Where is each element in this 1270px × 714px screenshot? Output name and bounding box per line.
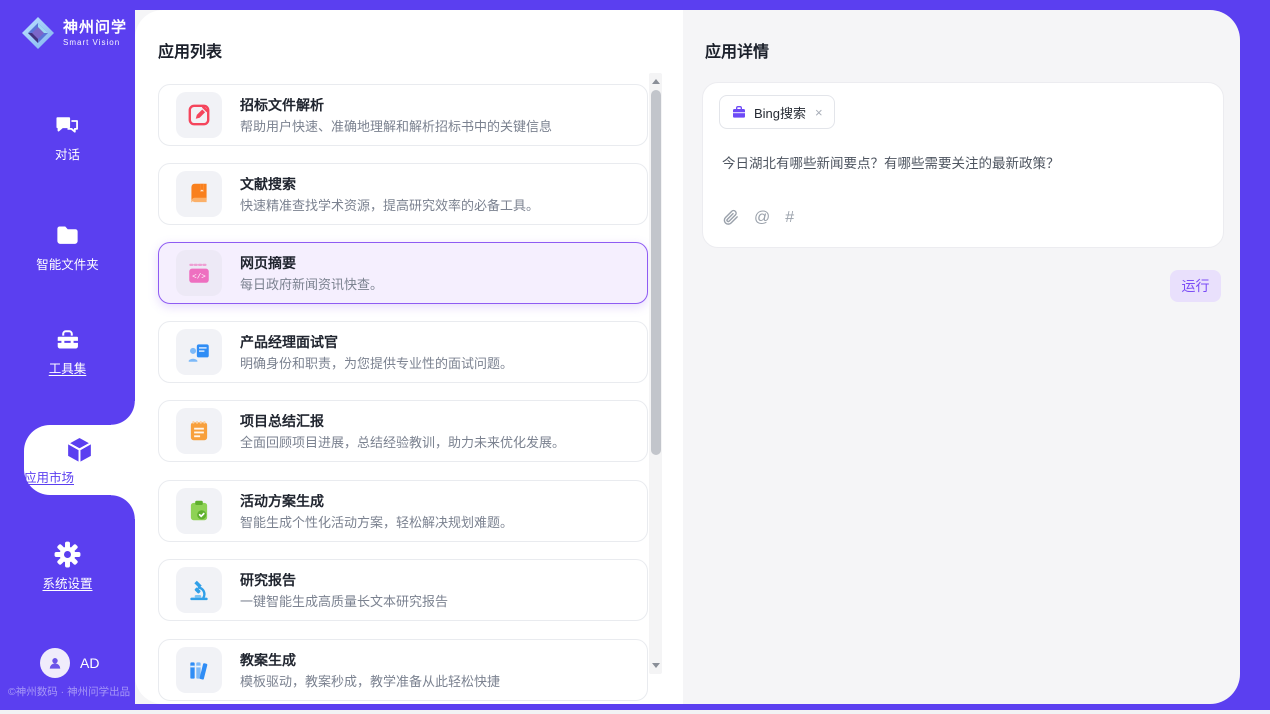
cube-icon bbox=[64, 434, 95, 465]
tool-chip-label: Bing搜索 bbox=[754, 103, 806, 122]
sidebar-item-label: 系统设置 bbox=[0, 573, 135, 592]
app-list-scrollbar[interactable] bbox=[649, 73, 662, 674]
app-name: 文献搜索 bbox=[240, 177, 539, 191]
app-description: 帮助用户快速、准确地理解和解析招标书中的关键信息 bbox=[240, 120, 552, 133]
app-icon-tile bbox=[176, 171, 222, 217]
app-card-pm-interviewer[interactable]: 产品经理面试官 明确身份和职责，为您提供专业性的面试问题。 bbox=[158, 321, 648, 383]
interviewer-icon bbox=[186, 339, 212, 365]
hash-icon[interactable]: # bbox=[785, 209, 794, 226]
bottom-strip bbox=[0, 710, 1270, 714]
sidebar-item-settings[interactable]: 系统设置 bbox=[0, 541, 135, 592]
sidebar-item-label: 对话 bbox=[0, 144, 135, 163]
person-icon bbox=[46, 654, 64, 672]
clipboard-check-icon bbox=[186, 498, 212, 524]
sidebar-item-label: 应用市场 bbox=[24, 467, 135, 486]
app-detail-title: 应用详情 bbox=[705, 38, 769, 62]
brand-tagline: Smart Vision bbox=[63, 39, 127, 47]
sidebar-item-smart-folder[interactable]: 智能文件夹 bbox=[0, 222, 135, 273]
run-button[interactable]: 运行 bbox=[1170, 270, 1221, 302]
app-icon-tile bbox=[176, 567, 222, 613]
app-list-title: 应用列表 bbox=[158, 38, 222, 62]
app-description: 模板驱动，教案秒成，教学准备从此轻松快捷 bbox=[240, 675, 500, 688]
app-name: 招标文件解析 bbox=[240, 98, 552, 112]
brand-logo: 神州问学 Smart Vision bbox=[18, 13, 127, 53]
toolbox-icon bbox=[54, 326, 81, 353]
app-description: 每日政府新闻资讯快查。 bbox=[240, 278, 383, 291]
app-card-literature-search[interactable]: 文献搜索 快速精准查找学术资源，提高研究效率的必备工具。 bbox=[158, 163, 648, 225]
app-card-web-summary[interactable]: </> 网页摘要 每日政府新闻资讯快查。 bbox=[158, 242, 648, 304]
sidebar: 神州问学 Smart Vision 对话 智能文件夹 工具集 bbox=[0, 0, 135, 710]
app-icon-tile bbox=[176, 647, 222, 693]
sidebar-item-label: 工具集 bbox=[0, 358, 135, 377]
brand-name: 神州问学 bbox=[63, 20, 127, 35]
app-card-research-report[interactable]: 研究报告 一键智能生成高质量长文本研究报告 bbox=[158, 559, 648, 621]
active-tab-fillet-bottom bbox=[111, 495, 135, 519]
svg-text:</>: </> bbox=[192, 274, 206, 282]
scroll-up-arrow-icon[interactable] bbox=[652, 79, 660, 84]
chat-icon bbox=[54, 112, 81, 139]
book-icon bbox=[186, 181, 212, 207]
active-tab-fillet-top bbox=[111, 401, 135, 425]
prompt-card: Bing搜索 × 今日湖北有哪些新闻要点？有哪些需要关注的最新政策？ @ # bbox=[702, 82, 1224, 248]
app-name: 产品经理面试官 bbox=[240, 335, 513, 349]
app-card-bid-document-parsing[interactable]: 招标文件解析 帮助用户快速、准确地理解和解析招标书中的关键信息 bbox=[158, 84, 648, 146]
folder-icon bbox=[54, 222, 81, 249]
mention-icon[interactable]: @ bbox=[754, 209, 770, 226]
avatar bbox=[40, 648, 70, 678]
app-icon-tile bbox=[176, 488, 222, 534]
browser-code-icon: </> bbox=[186, 260, 212, 286]
query-text[interactable]: 今日湖北有哪些新闻要点？有哪些需要关注的最新政策？ bbox=[722, 152, 1060, 172]
briefcase-icon bbox=[731, 104, 747, 120]
diamond-logo-icon bbox=[18, 13, 58, 53]
app-card-event-plan[interactable]: 活动方案生成 智能生成个性化活动方案，轻松解决规划难题。 bbox=[158, 480, 648, 542]
app-icon-tile bbox=[176, 329, 222, 375]
copyright-footer: ©神州数码 · 神州问学出品 bbox=[8, 684, 138, 699]
attachment-paperclip-icon[interactable] bbox=[722, 209, 739, 226]
app-name: 活动方案生成 bbox=[240, 494, 513, 508]
gear-icon bbox=[54, 541, 81, 568]
sidebar-item-app-market[interactable]: 应用市场 bbox=[24, 425, 135, 495]
report-note-icon bbox=[186, 418, 212, 444]
app-name: 研究报告 bbox=[240, 573, 448, 587]
user-account[interactable]: AD bbox=[40, 648, 99, 678]
app-icon-tile bbox=[176, 408, 222, 454]
app-description: 一键智能生成高质量长文本研究报告 bbox=[240, 595, 448, 608]
tool-chip-bing-search[interactable]: Bing搜索 × bbox=[719, 95, 835, 129]
books-icon bbox=[186, 657, 212, 683]
app-description: 明确身份和职责，为您提供专业性的面试问题。 bbox=[240, 357, 513, 370]
sidebar-item-label: 智能文件夹 bbox=[0, 254, 135, 273]
app-description: 快速精准查找学术资源，提高研究效率的必备工具。 bbox=[240, 199, 539, 212]
scrollbar-thumb[interactable] bbox=[651, 90, 661, 455]
scroll-down-arrow-icon[interactable] bbox=[652, 663, 660, 668]
app-description: 智能生成个性化活动方案，轻松解决规划难题。 bbox=[240, 516, 513, 529]
app-name: 项目总结汇报 bbox=[240, 414, 565, 428]
app-icon-tile: </> bbox=[176, 250, 222, 296]
app-description: 全面回顾项目进展，总结经验教训，助力未来优化发展。 bbox=[240, 436, 565, 449]
document-edit-icon bbox=[186, 102, 212, 128]
app-name: 网页摘要 bbox=[240, 256, 383, 270]
app-icon-tile bbox=[176, 92, 222, 138]
sidebar-item-chat[interactable]: 对话 bbox=[0, 112, 135, 163]
microscope-icon bbox=[186, 577, 212, 603]
chip-close-icon[interactable]: × bbox=[815, 105, 823, 120]
app-card-lesson-plan[interactable]: 教案生成 模板驱动，教案秒成，教学准备从此轻松快捷 bbox=[158, 639, 648, 701]
user-name: AD bbox=[80, 655, 99, 671]
app-name: 教案生成 bbox=[240, 653, 500, 667]
sidebar-item-toolset[interactable]: 工具集 bbox=[0, 326, 135, 377]
app-card-project-summary[interactable]: 项目总结汇报 全面回顾项目进展，总结经验教训，助力未来优化发展。 bbox=[158, 400, 648, 462]
